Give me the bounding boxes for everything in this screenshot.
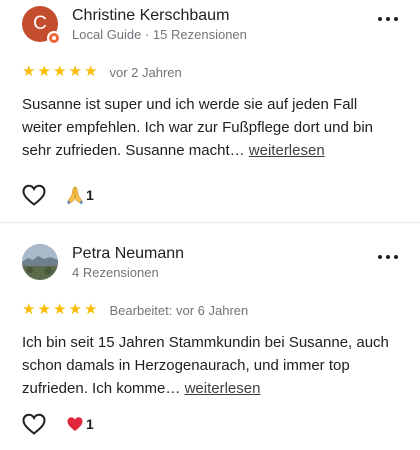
review-date: Bearbeitet: vor 6 Jahren: [109, 302, 249, 318]
review-actions: 1: [22, 184, 222, 208]
more-options-icon[interactable]: [378, 14, 398, 24]
like-heart-icon[interactable]: [22, 413, 46, 435]
review-date: vor 2 Jahren: [109, 64, 182, 80]
red-heart-icon: [67, 417, 83, 431]
star-icon: ★: [53, 301, 67, 318]
folded-hands-icon: [67, 186, 83, 205]
reviewer-subtitle: 4 Rezensionen: [72, 265, 159, 280]
rating-row: ★ ★ ★ ★ ★ Bearbeitet: vor 6 Jahren: [22, 302, 248, 318]
reviewer-subtitle: Local Guide · 15 Rezensionen: [72, 27, 247, 42]
star-icon: ★: [84, 63, 98, 80]
star-icon: ★: [68, 301, 82, 318]
more-options-icon[interactable]: [378, 252, 398, 262]
reaction-count: 1: [86, 187, 94, 203]
star-icon: ★: [22, 301, 36, 318]
star-icon: ★: [22, 63, 36, 80]
review-divider: [0, 222, 420, 223]
star-icon: ★: [53, 63, 67, 80]
profile-photo: [22, 244, 58, 280]
rating-row: ★ ★ ★ ★ ★ vor 2 Jahren: [22, 64, 182, 80]
star-icon: ★: [84, 301, 98, 318]
reviewer-name[interactable]: Petra Neumann: [72, 245, 184, 263]
review-actions: 1: [22, 413, 222, 437]
avatar[interactable]: [22, 244, 58, 280]
read-more-link[interactable]: weiterlesen: [185, 380, 261, 397]
reaction-count: 1: [86, 416, 94, 432]
reaction-summary[interactable]: 1: [66, 414, 94, 434]
review-header: Petra Neumann 4 Rezensionen: [22, 242, 398, 282]
star-rating: ★ ★ ★ ★ ★: [22, 302, 100, 318]
read-more-link[interactable]: weiterlesen: [249, 142, 325, 159]
reviewer-name[interactable]: Christine Kerschbaum: [72, 7, 229, 25]
reaction-summary[interactable]: 1: [66, 185, 94, 205]
star-icon: ★: [37, 301, 51, 318]
like-heart-icon[interactable]: [22, 184, 46, 206]
local-guide-badge-icon: [47, 31, 61, 45]
review-text: Susanne ist super und ich werde sie auf …: [22, 93, 398, 162]
review-header: C Christine Kerschbaum Local Guide · 15 …: [22, 4, 398, 45]
avatar[interactable]: C: [22, 6, 61, 45]
star-icon: ★: [37, 63, 51, 80]
star-rating: ★ ★ ★ ★ ★: [22, 64, 100, 80]
star-icon: ★: [68, 63, 82, 80]
review-text: Ich bin seit 15 Jahren Stammkundin bei S…: [22, 331, 398, 400]
